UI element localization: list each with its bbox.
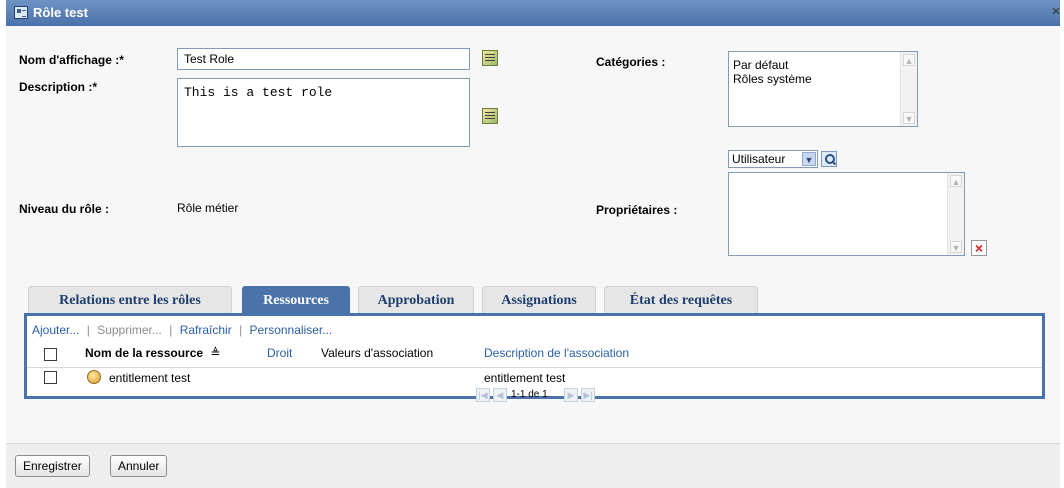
role-icon — [14, 6, 28, 19]
close-icon[interactable]: × — [1048, 4, 1064, 20]
display-name-input[interactable]: Test Role — [177, 48, 470, 70]
categories-label: Catégories : — [596, 55, 666, 69]
resource-icon — [87, 370, 101, 384]
tab-resources[interactable]: Ressources — [242, 286, 350, 313]
scrollbar[interactable]: ▲ ▼ — [900, 52, 917, 126]
category-option[interactable]: Par défaut — [733, 58, 913, 72]
search-icon[interactable] — [821, 151, 837, 167]
owner-type-value: Utilisateur — [732, 152, 786, 166]
owners-label: Propriétaires : — [596, 203, 678, 217]
owner-type-select[interactable]: Utilisateur ▼ — [728, 150, 818, 168]
resources-toolbar: Ajouter... | Supprimer... | Rafraîchir |… — [32, 323, 336, 337]
save-button[interactable]: Enregistrer — [15, 455, 90, 477]
display-name-label: Nom d'affichage :* — [19, 53, 124, 67]
first-page-icon[interactable]: |◀ — [476, 388, 490, 402]
table-row[interactable]: entitlement test entitlement test — [27, 367, 1042, 388]
column-header-right[interactable]: Droit — [267, 346, 292, 360]
resource-name[interactable]: entitlement test — [109, 371, 190, 385]
previous-page-icon[interactable]: ◀ — [493, 388, 507, 402]
scroll-up-icon[interactable]: ▲ — [950, 175, 962, 187]
description-textarea[interactable]: This is a test role — [177, 78, 470, 147]
toolbar-separator: | — [239, 323, 243, 337]
association-description: entitlement test — [484, 371, 566, 385]
pagination: |◀ ◀ 1-1 de 1 ▶ ▶| — [27, 387, 1042, 402]
next-page-icon[interactable]: ▶ — [564, 388, 578, 402]
add-link[interactable]: Ajouter... — [32, 323, 79, 337]
last-page-icon[interactable]: ▶| — [581, 388, 595, 402]
tab-role-relations[interactable]: Relations entre les rôles — [28, 286, 232, 313]
sort-ascending-icon: ≜ — [210, 346, 221, 360]
delete-owner-icon[interactable]: × — [971, 240, 987, 256]
tab-assignments[interactable]: Assignations — [482, 286, 596, 313]
column-header-assoc-desc[interactable]: Description de l'association — [484, 346, 629, 360]
row-checkbox[interactable] — [44, 371, 57, 384]
select-all-checkbox[interactable] — [44, 348, 57, 361]
category-option[interactable]: Rôles système — [733, 72, 913, 86]
tab-approval[interactable]: Approbation — [358, 286, 474, 313]
page-indicator: 1-1 de 1 — [511, 389, 548, 400]
scroll-up-icon[interactable]: ▲ — [903, 54, 915, 66]
title-bar: Rôle test — [6, 0, 1060, 26]
description-label: Description :* — [19, 80, 98, 94]
scroll-down-icon[interactable]: ▼ — [903, 112, 915, 124]
column-header-assoc-values: Valeurs d'association — [321, 346, 434, 360]
tab-request-status[interactable]: État des requêtes — [604, 286, 758, 313]
dialog-footer: Enregistrer Annuler — [6, 443, 1060, 488]
toolbar-separator: | — [86, 323, 90, 337]
scrollbar[interactable]: ▲ ▼ — [947, 173, 964, 255]
customize-link[interactable]: Personnaliser... — [250, 323, 333, 337]
localize-description-icon[interactable] — [482, 108, 498, 124]
scroll-down-icon[interactable]: ▼ — [950, 241, 962, 253]
role-level-label: Niveau du rôle : — [19, 202, 110, 216]
remove-link[interactable]: Supprimer... — [97, 323, 162, 337]
dialog-title: Rôle test — [33, 5, 88, 20]
cancel-button[interactable]: Annuler — [110, 455, 168, 477]
localize-field-icon[interactable] — [482, 50, 498, 66]
role-dialog: Rôle test × Nom d'affichage :* Test Role… — [6, 0, 1060, 488]
refresh-link[interactable]: Rafraîchir — [180, 323, 232, 337]
resources-panel: Ajouter... | Supprimer... | Rafraîchir |… — [24, 313, 1045, 402]
chevron-down-icon[interactable]: ▼ — [802, 152, 816, 166]
column-header-name[interactable]: Nom de la ressource ≜ — [85, 346, 220, 360]
column-name-label: Nom de la ressource — [85, 346, 204, 360]
role-level-value: Rôle métier — [177, 201, 239, 215]
toolbar-separator: | — [169, 323, 173, 337]
categories-listbox[interactable]: Par défaut Rôles système ▲ ▼ — [728, 51, 918, 127]
owners-listbox[interactable]: ▲ ▼ — [728, 172, 965, 256]
